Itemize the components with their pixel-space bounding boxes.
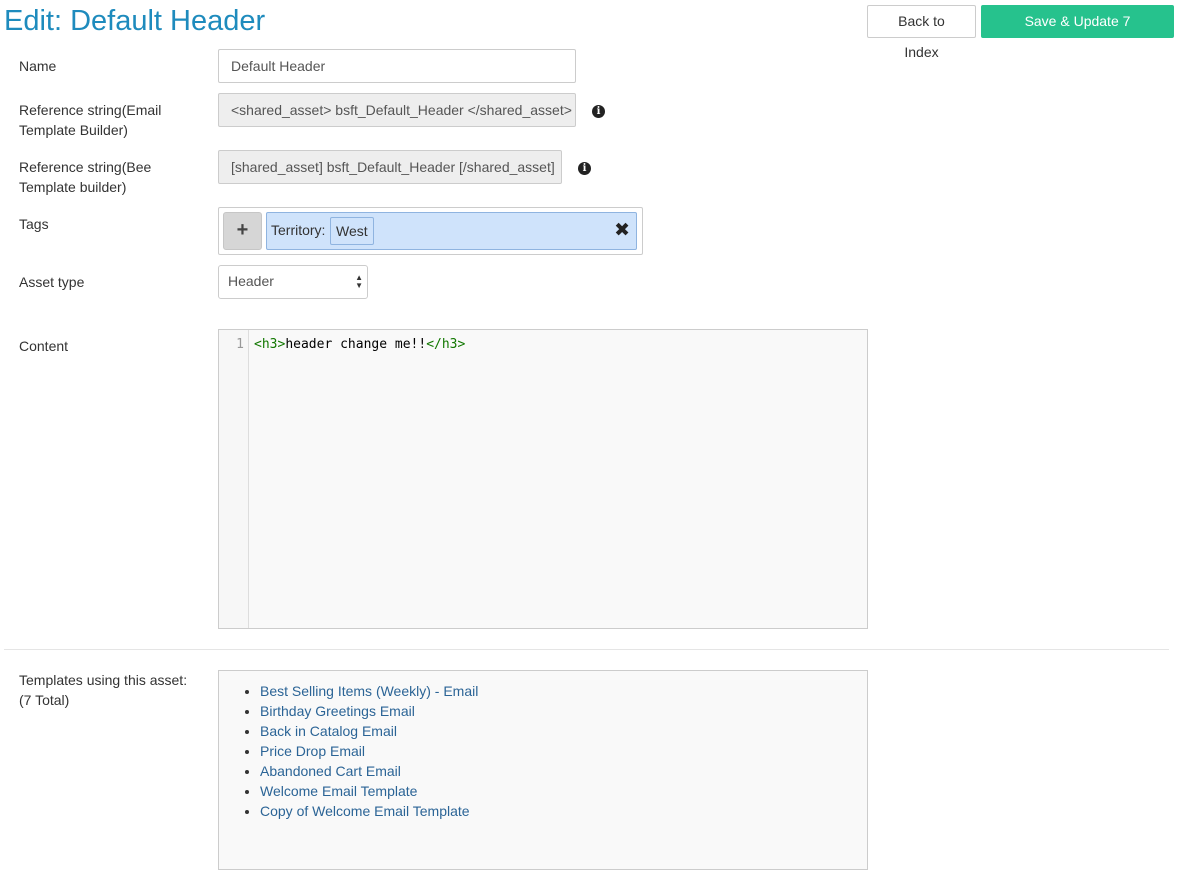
- ref-bee-label-line1: Reference string(Bee: [19, 159, 152, 175]
- asset-type-label: Asset type: [19, 274, 85, 290]
- tags-label: Tags: [19, 216, 49, 232]
- template-link[interactable]: Welcome Email Template: [260, 783, 417, 799]
- ref-email-label: Reference string(Email Template Builder): [19, 100, 161, 140]
- plus-icon[interactable]: +: [223, 212, 262, 250]
- templates-label-line1: Templates using this asset:: [19, 672, 188, 688]
- section-divider: [4, 649, 1169, 650]
- ref-bee-label: Reference string(Bee Template builder): [19, 157, 151, 197]
- templates-count: (7 Total): [19, 692, 70, 708]
- tag-value[interactable]: West: [330, 217, 374, 245]
- template-link[interactable]: Copy of Welcome Email Template: [260, 803, 470, 819]
- template-link[interactable]: Back in Catalog Email: [260, 723, 397, 739]
- template-link[interactable]: Best Selling Items (Weekly) - Email: [260, 683, 478, 699]
- content-label: Content: [19, 338, 69, 354]
- template-link[interactable]: Price Drop Email: [260, 743, 365, 759]
- ref-bee-label-line2: Template builder): [19, 179, 127, 195]
- template-link[interactable]: Abandoned Cart Email: [260, 763, 401, 779]
- name-input[interactable]: [218, 49, 576, 83]
- ref-bee-field[interactable]: [shared_asset] bsft_Default_Header [/sha…: [218, 150, 562, 184]
- ref-email-label-line2: Template Builder): [19, 122, 128, 138]
- list-item: Birthday Greetings Email: [260, 701, 867, 721]
- tags-input[interactable]: + Territory: West ✖: [218, 207, 643, 255]
- asset-type-selected: Header: [228, 273, 274, 289]
- code-open-tag: <h3>: [254, 337, 286, 352]
- select-arrows-icon: ▲ ▼: [355, 273, 363, 290]
- tag-chip[interactable]: Territory: West ✖: [266, 212, 637, 250]
- list-item: Copy of Welcome Email Template: [260, 801, 867, 821]
- editor-gutter: 1: [219, 330, 249, 628]
- list-item: Abandoned Cart Email: [260, 761, 867, 781]
- code-close-tag: </h3>: [426, 337, 466, 352]
- code-line[interactable]: <h3>header change me!!</h3>: [254, 337, 465, 352]
- templates-label: Templates using this asset: (7 Total): [19, 670, 187, 710]
- template-link[interactable]: Birthday Greetings Email: [260, 703, 415, 719]
- info-icon[interactable]: i: [592, 105, 605, 118]
- page-title: Edit: Default Header: [4, 5, 266, 37]
- tag-key: Territory:: [271, 222, 326, 238]
- save-update-button[interactable]: Save & Update 7 templates: [981, 5, 1174, 60]
- line-number: 1: [236, 337, 244, 352]
- code-text: header change me!!: [285, 337, 427, 352]
- code-editor[interactable]: 1 <h3>header change me!!</h3>: [218, 329, 868, 629]
- ref-email-label-line1: Reference string(Email: [19, 102, 162, 118]
- templates-panel: Best Selling Items (Weekly) - Email Birt…: [218, 670, 868, 870]
- info-icon[interactable]: i: [578, 162, 591, 175]
- back-to-index-button[interactable]: Back to Index: [867, 5, 976, 60]
- list-item: Welcome Email Template: [260, 781, 867, 801]
- list-item: Price Drop Email: [260, 741, 867, 761]
- name-label: Name: [19, 58, 57, 74]
- templates-list: Best Selling Items (Weekly) - Email Birt…: [219, 671, 867, 821]
- close-icon[interactable]: ✖: [614, 220, 630, 242]
- list-item: Back in Catalog Email: [260, 721, 867, 741]
- list-item: Best Selling Items (Weekly) - Email: [260, 681, 867, 701]
- ref-email-field[interactable]: <shared_asset> bsft_Default_Header </sha…: [218, 93, 576, 127]
- asset-type-select[interactable]: Header ▲ ▼: [218, 265, 368, 299]
